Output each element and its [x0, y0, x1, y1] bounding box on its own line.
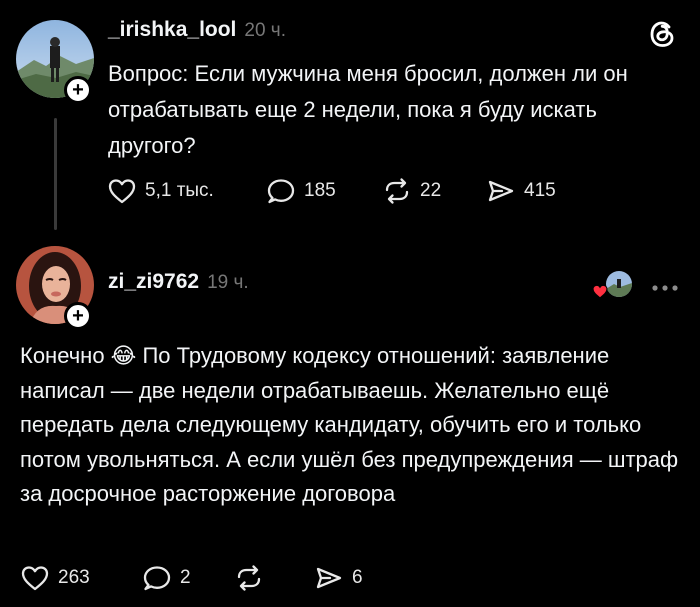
reply-button[interactable]: 2	[142, 564, 191, 592]
comment-bubble-icon	[143, 566, 171, 591]
like-count: 263	[58, 567, 90, 588]
send-icon	[316, 567, 342, 589]
post-header: _irishka_lool 20 ч.	[108, 18, 286, 42]
thread-connector-line	[54, 118, 57, 230]
post-username[interactable]: _irishka_lool	[108, 18, 236, 42]
reply-time: 19 ч.	[207, 272, 249, 293]
share-button[interactable]: 415	[486, 177, 556, 205]
liked-heart-icon	[592, 284, 608, 299]
threads-logo-icon[interactable]	[644, 16, 680, 52]
share-count: 415	[524, 180, 556, 201]
follow-plus-button[interactable]: +	[64, 76, 92, 104]
reply-body-text: Конечно 😂 По Трудовому кодексу отношений…	[20, 343, 679, 506]
like-button[interactable]: 5,1 тыс.	[107, 177, 214, 205]
more-dots-icon[interactable]	[650, 280, 680, 291]
reply-button[interactable]: 185	[266, 177, 336, 205]
author-liked-avatar	[606, 271, 632, 297]
heart-icon	[108, 179, 136, 204]
repost-icon	[237, 565, 261, 591]
reply-count: 185	[304, 180, 336, 201]
like-count: 5,1 тыс.	[145, 180, 214, 201]
send-icon	[488, 180, 514, 202]
post-body-text: Вопрос: Если мужчина меня бросил, должен…	[108, 61, 628, 158]
post-time: 20 ч.	[244, 20, 286, 41]
follow-plus-button[interactable]: +	[64, 302, 92, 330]
heart-icon	[21, 566, 49, 591]
reply-header: zi_zi9762 19 ч.	[108, 270, 249, 294]
repost-icon	[385, 178, 409, 204]
reply-username[interactable]: zi_zi9762	[108, 270, 199, 294]
reply-count: 2	[180, 567, 191, 588]
repost-button[interactable]: 22	[382, 177, 441, 205]
repost-count: 22	[420, 180, 442, 201]
share-button[interactable]: 6	[314, 564, 363, 592]
share-count: 6	[352, 567, 363, 588]
repost-button[interactable]	[234, 564, 264, 592]
like-button[interactable]: 263	[20, 564, 90, 592]
comment-bubble-icon	[267, 179, 295, 204]
